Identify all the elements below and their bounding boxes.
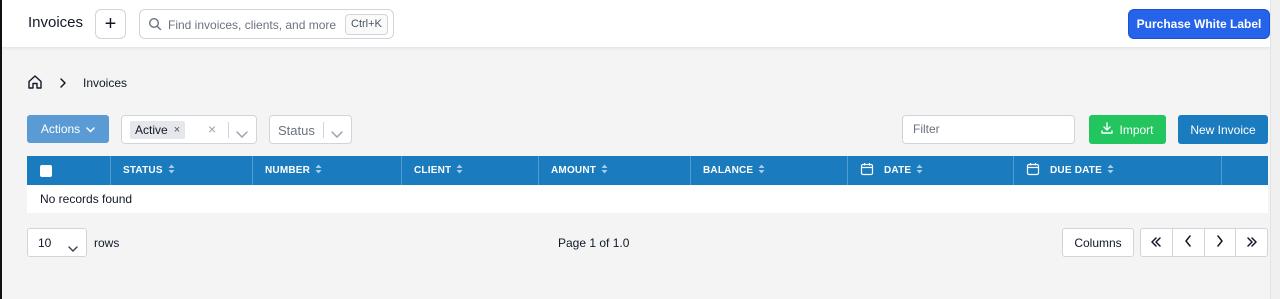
chevron-left-icon	[1184, 234, 1192, 252]
page-info: Page 1 of 1.0	[558, 236, 630, 250]
first-page-button[interactable]	[1141, 229, 1173, 256]
column-header-status[interactable]: STATUS	[111, 156, 253, 185]
chevron-down-icon	[86, 122, 95, 136]
table-header: STATUS NUMBER CLIENT AMOUNT BALANCE DATE…	[27, 156, 1268, 185]
new-invoice-button[interactable]: New Invoice	[1178, 115, 1268, 144]
sort-icon	[601, 164, 608, 177]
column-header-date[interactable]: DATE	[848, 156, 1014, 185]
chevron-right-icon	[1216, 234, 1224, 252]
previous-page-button[interactable]	[1173, 229, 1205, 256]
chevron-down-icon	[331, 125, 343, 143]
rows-label: rows	[94, 236, 120, 250]
rows-per-page-select[interactable]: 10	[27, 228, 87, 257]
last-page-button[interactable]	[1236, 229, 1267, 256]
column-header-amount[interactable]: AMOUNT	[539, 156, 691, 185]
next-page-button[interactable]	[1205, 229, 1237, 256]
actions-button[interactable]: Actions	[27, 115, 109, 143]
filter-chip-label: Active	[135, 123, 168, 137]
calendar-icon	[860, 162, 874, 179]
clear-icon[interactable]: ×	[208, 121, 216, 137]
chevron-down-icon[interactable]	[236, 125, 248, 143]
select-all-checkbox[interactable]	[40, 164, 52, 177]
columns-button[interactable]: Columns	[1062, 228, 1134, 257]
filter-input[interactable]: Filter	[902, 115, 1075, 144]
column-header-balance[interactable]: BALANCE	[691, 156, 848, 185]
search-input[interactable]: Find invoices, clients, and more Ctrl+K	[139, 9, 394, 39]
column-header-client[interactable]: CLIENT	[402, 156, 539, 185]
column-header-due-date[interactable]: DUE DATE	[1014, 156, 1222, 185]
remove-chip-icon[interactable]: ×	[174, 124, 180, 136]
chevron-right-icon	[58, 76, 68, 94]
calendar-icon	[1026, 162, 1040, 179]
actions-label: Actions	[40, 122, 81, 136]
rows-per-page-value: 10	[38, 236, 52, 250]
column-label: STATUS	[123, 165, 163, 176]
sort-icon	[916, 164, 923, 177]
purchase-white-label-button[interactable]: Purchase White Label	[1128, 9, 1270, 39]
home-icon[interactable]	[27, 74, 43, 95]
sort-icon	[456, 164, 463, 177]
vertical-scrollbar[interactable]	[1270, 0, 1280, 299]
breadcrumb-current[interactable]: Invoices	[83, 76, 127, 90]
column-label: NUMBER	[265, 165, 311, 176]
import-button[interactable]: Import	[1089, 115, 1166, 144]
download-icon	[1101, 122, 1114, 137]
page-title: Invoices	[28, 14, 84, 31]
status-filter-multiselect[interactable]: Active × ×	[121, 115, 257, 144]
search-icon	[148, 17, 162, 36]
sort-icon	[758, 164, 765, 177]
column-label: AMOUNT	[551, 165, 597, 176]
search-shortcut-badge: Ctrl+K	[345, 14, 388, 35]
column-label: CLIENT	[414, 165, 452, 176]
add-button[interactable]: +	[95, 9, 126, 39]
sort-icon	[168, 164, 175, 177]
sort-icon	[1107, 164, 1114, 177]
divider	[323, 122, 324, 138]
select-all-cell	[27, 156, 111, 185]
column-label: BALANCE	[703, 165, 754, 176]
top-bar: Invoices + Find invoices, clients, and m…	[2, 0, 1270, 48]
import-label: Import	[1119, 122, 1154, 137]
column-header-actions	[1222, 156, 1268, 185]
pagination	[1140, 228, 1268, 257]
divider	[228, 122, 229, 138]
column-label: DATE	[884, 165, 912, 176]
chevrons-right-icon	[1246, 234, 1258, 252]
chevrons-left-icon	[1150, 234, 1162, 252]
filter-chip-active[interactable]: Active ×	[130, 121, 186, 139]
search-placeholder: Find invoices, clients, and more	[168, 18, 337, 32]
status-placeholder: Status	[278, 123, 315, 138]
empty-state-row: No records found	[27, 185, 1268, 213]
chevron-down-icon	[68, 239, 78, 257]
column-label: DUE DATE	[1050, 165, 1102, 176]
status-select[interactable]: Status	[269, 115, 352, 144]
column-header-number[interactable]: NUMBER	[253, 156, 402, 185]
sort-icon	[315, 164, 322, 177]
